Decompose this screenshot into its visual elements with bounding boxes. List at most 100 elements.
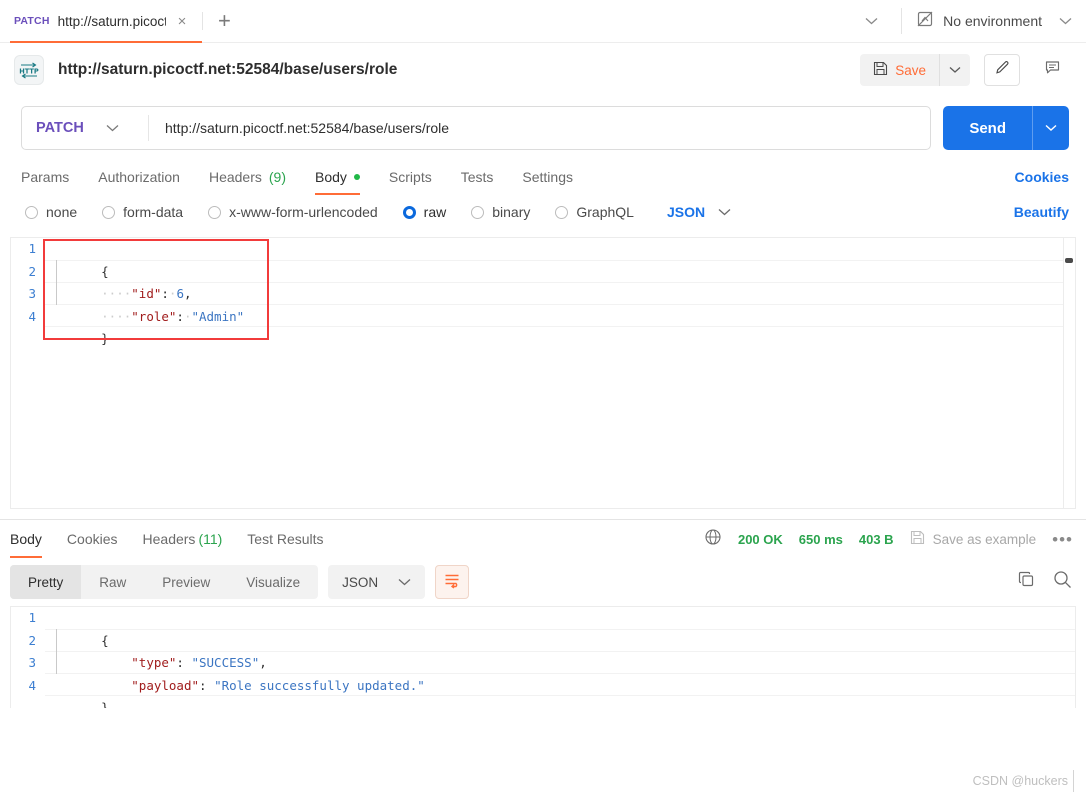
more-options-icon[interactable]: •••: [1052, 531, 1073, 548]
radio-label: form-data: [123, 204, 184, 220]
line-number: 2: [28, 632, 36, 648]
active-tab-indicator: [315, 192, 360, 195]
response-headers-count: (11): [198, 531, 223, 547]
response-tab-cookies[interactable]: Cookies: [67, 520, 118, 558]
beautify-link[interactable]: Beautify: [1014, 204, 1069, 220]
response-code-line-1: {: [101, 632, 109, 648]
body-format-select[interactable]: JSON: [667, 204, 731, 220]
response-meta: 200 OK 650 ms 403 B Save as example •••: [704, 528, 1073, 551]
line-number: 1: [28, 241, 36, 256]
cookies-link[interactable]: Cookies: [1015, 169, 1069, 185]
comment-icon: [1044, 59, 1061, 81]
radio-label: x-www-form-urlencoded: [229, 204, 378, 220]
tab-authorization[interactable]: Authorization: [98, 159, 180, 195]
method-select[interactable]: PATCH: [22, 107, 148, 149]
line-number: 4: [28, 308, 36, 324]
edit-button[interactable]: [984, 54, 1020, 86]
send-button[interactable]: Send: [943, 106, 1032, 150]
environment-selector[interactable]: No environment: [910, 0, 1086, 42]
send-options-chevron-down-icon[interactable]: [1033, 106, 1069, 150]
request-section-tabs: Params Authorization Headers (9) Body Sc…: [0, 159, 1086, 195]
body-type-graphql[interactable]: GraphQL: [555, 204, 634, 220]
view-mode-pretty[interactable]: Pretty: [10, 565, 82, 599]
chevron-down-icon: [106, 121, 119, 135]
body-modified-dot-icon: [353, 174, 360, 180]
save-as-example-label: Save as example: [932, 531, 1037, 547]
view-mode-visualize[interactable]: Visualize: [228, 565, 318, 599]
close-icon[interactable]: ×: [174, 12, 191, 31]
tab-scripts[interactable]: Scripts: [389, 159, 432, 195]
response-view-mode-group: Pretty Raw Preview Visualize: [10, 565, 319, 599]
body-type-none[interactable]: none: [25, 204, 77, 220]
status-badge: 200 OK: [737, 531, 783, 547]
radio-icon: [102, 205, 116, 219]
svg-text:HTTP: HTTP: [19, 67, 39, 75]
response-body-gutter: 1 2 3 4: [11, 607, 45, 708]
response-body-code: { "type": "SUCCESS", "payload": "Role su…: [45, 607, 1075, 708]
response-code-line-2: "type": "SUCCESS",: [131, 655, 267, 670]
save-button[interactable]: Save: [860, 54, 939, 86]
editor-scrollbar-thumb[interactable]: [1065, 258, 1073, 263]
response-format-select[interactable]: JSON: [328, 565, 426, 599]
tab-headers[interactable]: Headers (9): [209, 159, 286, 195]
view-mode-preview[interactable]: Preview: [144, 565, 228, 599]
response-tab-test-results[interactable]: Test Results: [247, 520, 323, 558]
http-protocol-icon: HTTP: [14, 55, 44, 85]
save-as-example-button[interactable]: Save as example: [910, 530, 1037, 548]
tab-params[interactable]: Params: [21, 159, 69, 195]
response-view-bar: Pretty Raw Preview Visualize JSON: [0, 558, 1086, 606]
tab-label: Body: [10, 531, 42, 547]
search-button[interactable]: [1052, 569, 1073, 595]
radio-label: none: [46, 204, 78, 220]
tab-settings[interactable]: Settings: [522, 159, 573, 195]
response-time: 650 ms: [798, 531, 843, 547]
tab-list-chevron-down-icon[interactable]: [849, 17, 893, 25]
body-type-binary[interactable]: binary: [471, 204, 530, 220]
tab-label: Body: [315, 169, 347, 185]
body-type-form-data[interactable]: form-data: [102, 204, 183, 220]
radio-icon-selected: [402, 205, 416, 219]
response-tab-body[interactable]: Body: [10, 520, 42, 558]
response-size: 403 B: [858, 531, 894, 547]
active-tab-indicator: [10, 40, 203, 43]
save-button-group: Save: [860, 54, 970, 86]
tab-label: Settings: [522, 169, 573, 185]
tab-tests[interactable]: Tests: [461, 159, 494, 195]
indent-guide: [56, 629, 57, 674]
editor-scrollbar[interactable]: [1063, 238, 1075, 508]
body-type-urlencoded[interactable]: x-www-form-urlencoded: [208, 204, 378, 220]
active-tab-indicator: [10, 555, 42, 558]
request-title-row: HTTP http://saturn.picoctf.net:52584/bas…: [0, 43, 1086, 97]
request-tab-active[interactable]: PATCH http://saturn.picoct ×: [0, 0, 203, 43]
watermark: CSDN @huckers: [972, 774, 1068, 788]
view-mode-raw[interactable]: Raw: [81, 565, 144, 599]
globe-icon[interactable]: [704, 528, 722, 551]
wrap-lines-button[interactable]: [435, 565, 470, 599]
radio-icon: [208, 205, 222, 219]
body-format-value: JSON: [666, 204, 706, 220]
radio-label: binary: [492, 204, 531, 220]
tab-label: Scripts: [388, 169, 432, 185]
tab-headers-count: (9): [268, 169, 286, 185]
line-number: 3: [28, 286, 36, 301]
chevron-down-icon: [1059, 14, 1072, 28]
tab-body[interactable]: Body: [315, 159, 360, 195]
response-body-viewer[interactable]: 1 2 3 4 { "type": "SUCCESS", "payload": …: [10, 606, 1076, 708]
request-url-row: PATCH http://saturn.picoctf.net:52584/ba…: [0, 97, 1086, 159]
line-number: 4: [28, 677, 36, 693]
url-input[interactable]: http://saturn.picoctf.net:52584/base/use…: [149, 107, 930, 149]
radio-label: raw: [423, 204, 447, 220]
radio-icon: [25, 205, 38, 219]
tab-label: Cookies: [66, 531, 118, 547]
code-line-2: ····"id":·6,: [101, 286, 192, 301]
line-number: 1: [28, 610, 36, 625]
save-options-chevron-down-icon[interactable]: [940, 54, 970, 86]
copy-button[interactable]: [1017, 570, 1036, 594]
comment-button[interactable]: [1034, 54, 1070, 86]
response-tab-headers[interactable]: Headers (11): [143, 520, 223, 558]
request-body-editor[interactable]: 1 2 3 4 { ····"id":·6, ····"role":·"Admi…: [10, 237, 1076, 509]
tab-label: Authorization: [98, 169, 180, 185]
new-tab-button[interactable]: +: [203, 0, 245, 42]
body-type-raw[interactable]: raw: [402, 204, 447, 220]
request-body-code[interactable]: { ····"id":·6, ····"role":·"Admin" }: [45, 238, 1075, 508]
